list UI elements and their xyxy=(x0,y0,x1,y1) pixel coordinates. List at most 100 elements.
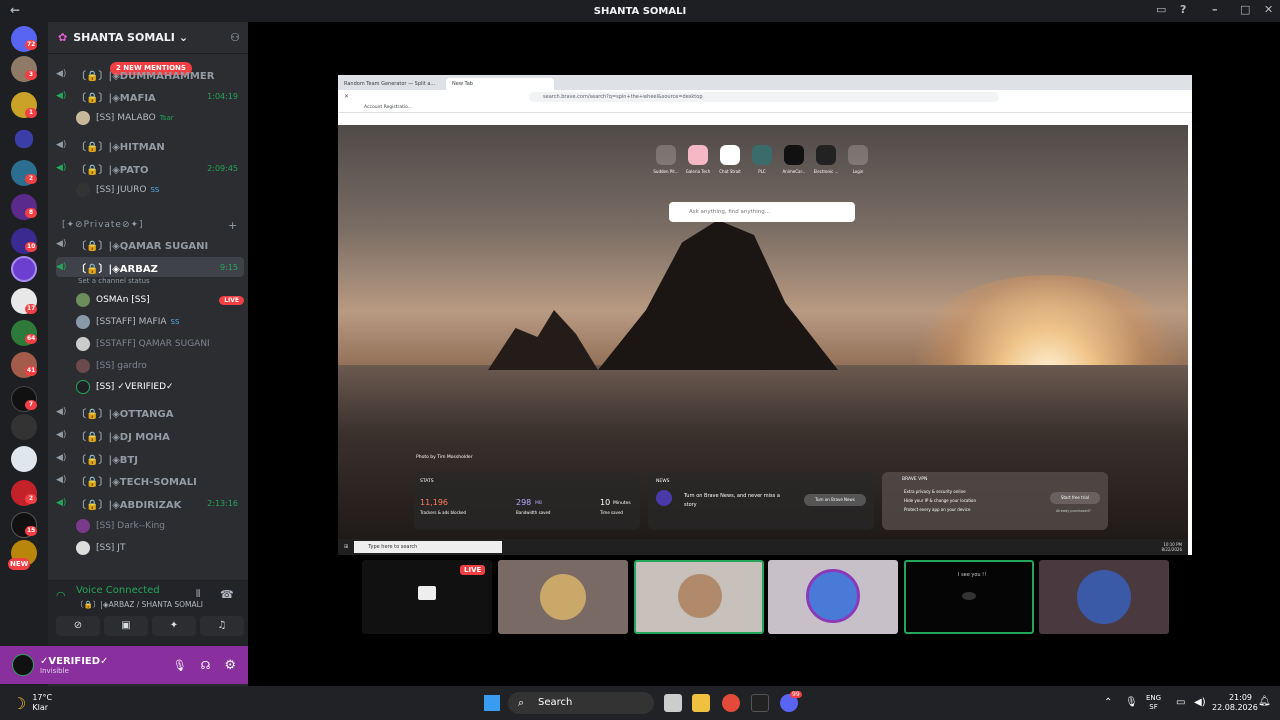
top-site-tile[interactable] xyxy=(720,145,740,165)
voice-channel[interactable]: ◀) 〔🔒〕|◈PATO 2:09:45 xyxy=(56,158,244,178)
reload-icon[interactable]: ✕ xyxy=(344,93,349,100)
help-icon[interactable]: ? xyxy=(1180,3,1186,16)
voice-user[interactable]: ⁅SS⁆ JT xyxy=(76,538,244,558)
browser-url[interactable]: search.brave.com/search?q=spin+the+wheel… xyxy=(529,91,1000,102)
top-site-tile[interactable] xyxy=(752,145,772,165)
signal-icon[interactable]: ◠ xyxy=(56,589,66,602)
close-button[interactable]: ✕ xyxy=(1264,3,1273,16)
top-site-tile[interactable] xyxy=(656,145,676,165)
add-member-icon[interactable]: ⚇ xyxy=(230,31,240,44)
voice-channel[interactable]: ◀) 〔🔒〕|◈DJ MOHA xyxy=(56,425,244,445)
folder-icon[interactable] xyxy=(15,130,33,148)
lang-primary: ENG xyxy=(1146,694,1162,702)
voice-user[interactable]: ⁅SSTAFF⁆ QAMAR SUGANI xyxy=(76,334,244,354)
voice-channel[interactable]: ◀) 〔🔒〕|◈MAFIA 1:04:19 xyxy=(56,86,244,106)
participant-tile-speaking[interactable]: I see you !! xyxy=(904,560,1034,634)
add-channel-icon[interactable]: + xyxy=(228,219,237,232)
server-icon[interactable] xyxy=(11,414,37,440)
notification-bell-icon[interactable]: 🔔︎ xyxy=(1258,696,1271,707)
voice-user[interactable]: ⁅SS⁆ Dark--King xyxy=(76,516,244,536)
inner-clock: 10:10 PM 8/22/2026 xyxy=(1161,542,1182,552)
maximize-button[interactable]: □ xyxy=(1240,3,1250,16)
channel-timer: 1:04:19 xyxy=(207,91,238,101)
windows-start-icon[interactable]: ⊞ xyxy=(344,544,348,550)
server-icon[interactable] xyxy=(11,446,37,472)
app-icon[interactable] xyxy=(751,694,769,712)
participant-tile[interactable] xyxy=(768,560,898,634)
voice-channel-selected[interactable]: ◀) 〔🔒〕|◈ARBAZ 9:15 xyxy=(56,257,244,277)
participant-tile-speaking[interactable] xyxy=(634,560,764,634)
taskbar-clock[interactable]: 21:09 22.08.2026 xyxy=(1212,693,1258,713)
server-header[interactable]: ✿ SHANTA SOMALI ⌄ ⚇ xyxy=(48,22,248,54)
weather-moon-icon[interactable]: ☽ xyxy=(12,694,26,713)
top-site-tile[interactable] xyxy=(816,145,836,165)
file-explorer-icon[interactable] xyxy=(692,694,710,712)
server-icon-selected[interactable] xyxy=(11,256,37,282)
chrome-icon[interactable] xyxy=(722,694,740,712)
avatar xyxy=(76,337,90,351)
weather-widget[interactable]: 17°C Klar xyxy=(32,693,52,713)
channel-name: 〔🔒〕|◈HITMAN xyxy=(76,141,165,153)
browser-tab[interactable]: Random Team Generator — Split a... xyxy=(338,78,446,90)
inbox-icon[interactable]: ▭ xyxy=(1156,3,1166,16)
minimize-button[interactable]: – xyxy=(1212,3,1218,16)
voice-user[interactable]: ⁅SS⁆ JUURO SS xyxy=(76,180,244,200)
channel-name: 〔🔒〕|◈DUMMAHAMMER xyxy=(76,70,215,82)
turn-on-news-button[interactable]: Turn on Brave News xyxy=(804,494,866,506)
voice-status[interactable]: Voice Connected xyxy=(76,585,160,596)
voice-user[interactable]: ⁅SS⁆ gardro xyxy=(76,356,244,376)
top-site-tile[interactable] xyxy=(848,145,868,165)
top-site-tile[interactable] xyxy=(784,145,804,165)
noise-icon[interactable]: ⫴ xyxy=(196,589,200,600)
volume-icon[interactable]: ◀) xyxy=(1194,697,1206,708)
settings-gear-icon[interactable]: ⚙ xyxy=(224,658,236,673)
back-arrow-icon[interactable]: ← xyxy=(10,3,20,17)
voice-channel[interactable]: ◀) 〔🔒〕|◈TECH-SOMALI xyxy=(56,470,244,490)
voice-channel-path[interactable]: 〔🔒〕|◈ARBAZ / SHANTA SOMALI xyxy=(76,599,203,610)
participant-tile[interactable]: LIVE xyxy=(362,560,492,634)
voice-channel[interactable]: ◀) 〔🔒〕|◈QAMAR SUGANI xyxy=(56,234,244,254)
streamed-browser-window[interactable]: Random Team Generator — Split a... New T… xyxy=(338,75,1192,555)
category-private[interactable]: [✦⊘Private⊘✦] xyxy=(62,220,144,230)
soundboard-button[interactable]: ♫ xyxy=(200,616,244,636)
microphone-icon[interactable]: 🎙︎ xyxy=(173,659,187,672)
tray-chevron-icon[interactable]: ⌃ xyxy=(1104,697,1112,708)
avatar xyxy=(76,293,90,307)
avatar xyxy=(678,574,722,618)
avatar[interactable] xyxy=(12,654,34,676)
inner-search-box[interactable]: Type here to search xyxy=(354,541,503,553)
voice-channel[interactable]: ◀) 〔🔒〕|◈HITMAN xyxy=(56,135,244,155)
start-trial-button[interactable]: Start free trial xyxy=(1050,492,1100,504)
avatar xyxy=(76,541,90,555)
top-site-tile[interactable] xyxy=(688,145,708,165)
disconnect-icon[interactable]: ☎ xyxy=(220,588,234,601)
task-view-icon[interactable] xyxy=(664,694,682,712)
participant-tile[interactable] xyxy=(498,560,628,634)
windows-start-button[interactable] xyxy=(484,695,500,711)
voice-user[interactable]: ⁅SS⁆ MALABO Tsar xyxy=(76,108,244,128)
voice-channel[interactable]: ◀) 〔🔒〕|◈ABDIRIZAK 2:13:16 xyxy=(56,493,244,513)
voice-channel[interactable]: ◀) 〔🔒〕|◈BTJ xyxy=(56,448,244,468)
user-name: ⁅SSTAFF⁆ MAFIA xyxy=(96,317,167,327)
avatar xyxy=(76,183,90,197)
channel-status[interactable]: Set a channel status xyxy=(78,277,150,285)
language-indicator[interactable]: ENG SF xyxy=(1146,694,1161,712)
voice-user[interactable]: ⁅SSTAFF⁆ MAFIA SS xyxy=(76,312,244,332)
user-name: ⁅SSTAFF⁆ QAMAR SUGANI xyxy=(96,339,210,349)
browser-tab-active[interactable]: New Tab xyxy=(446,78,554,90)
microphone-tray-icon[interactable]: 🎙︎ xyxy=(1125,697,1138,708)
screen-share-button[interactable]: ▣ xyxy=(104,616,148,636)
network-icon[interactable]: ▭ xyxy=(1176,697,1185,708)
voice-channel[interactable]: ◀) 〔🔒〕|◈OTTANGA xyxy=(56,402,244,422)
headphones-icon[interactable]: ☊ xyxy=(201,659,211,672)
camera-off-button[interactable]: ⊘ xyxy=(56,616,100,636)
voice-user[interactable]: ⁅SS⁆ ✓VERIFIED✓ xyxy=(76,377,244,397)
activities-button[interactable]: ✦ xyxy=(152,616,196,636)
bookmark-item[interactable]: Account Registratio... xyxy=(338,103,1192,113)
voice-user[interactable]: OSMAn ⁅SS⁆ LIVE xyxy=(76,290,244,310)
voice-channel[interactable]: ◀) 〔🔒〕|◈DUMMAHAMMER xyxy=(56,64,244,84)
participant-tile[interactable] xyxy=(1039,560,1169,634)
already-purchased-link[interactable]: Already purchased? xyxy=(1056,509,1091,513)
ntp-search-box[interactable]: Ask anything, find anything... xyxy=(669,202,855,222)
taskbar-search[interactable]: ⌕ Search xyxy=(508,692,654,714)
